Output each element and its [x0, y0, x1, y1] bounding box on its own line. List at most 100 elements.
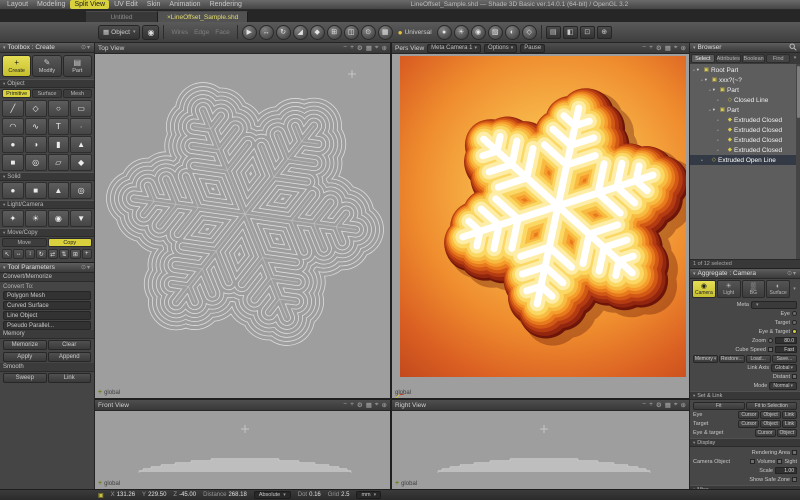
zoom-field[interactable]: 80.0	[775, 337, 797, 344]
wireframe-icon[interactable]: ◇	[522, 25, 537, 40]
convert-option[interactable]: Line Object	[3, 311, 91, 320]
tool-parameters-header[interactable]: ▾ Tool Parameters ⊙▾	[0, 263, 94, 273]
light-manip-icon[interactable]: ☀	[454, 25, 469, 40]
memorize-button[interactable]: Memorize	[3, 340, 47, 350]
top-viewport-canvas[interactable]: + global	[95, 54, 390, 398]
move-copy-tab[interactable]: Copy	[48, 238, 93, 247]
open-line-icon[interactable]: ╱	[2, 100, 24, 117]
universal-manipulator[interactable]: ● Universal	[395, 28, 435, 37]
surface-tab[interactable]: ◐ Surface	[766, 280, 790, 298]
sweep-button[interactable]: Sweep	[3, 373, 47, 383]
collapse-icon[interactable]: ▾	[3, 230, 5, 236]
zoom-radio[interactable]	[768, 338, 773, 343]
bg-tab[interactable]: ▒ BG	[742, 280, 766, 298]
light-camera-section-header[interactable]: ▾ Light/Camera	[0, 200, 94, 209]
clear-button[interactable]: Clear	[48, 340, 92, 350]
disclosure-icon[interactable]: ▾	[705, 77, 710, 83]
visibility-dot-icon[interactable]	[717, 97, 719, 104]
front-viewport-canvas[interactable]: + global	[95, 411, 390, 489]
visibility-dot-icon[interactable]	[701, 77, 703, 84]
swap-h-icon[interactable]: ⇄	[48, 249, 58, 259]
object-type-tab[interactable]: Mesh	[63, 89, 92, 98]
move-v-icon[interactable]: ↕	[25, 249, 35, 259]
point-icon[interactable]: ∙	[70, 118, 92, 135]
visibility-dot-icon[interactable]	[709, 87, 711, 94]
selection-mode-label[interactable]: Face	[212, 29, 232, 36]
workspace-tab[interactable]: Skin	[143, 0, 165, 9]
cylinder-icon[interactable]: ▮	[48, 136, 70, 153]
unit-dropdown[interactable]: mm	[356, 491, 381, 499]
workspace-tab[interactable]: Layout	[3, 0, 32, 9]
visibility-dot-icon[interactable]	[709, 107, 711, 114]
tree-scrollbar[interactable]	[796, 64, 800, 259]
snap-tool-icon[interactable]: ◆	[310, 25, 325, 40]
move-copy-section-header[interactable]: ▾ Move/Copy	[0, 228, 94, 237]
pause-button[interactable]: Pause	[520, 44, 545, 53]
eye-target-cursor-button[interactable]: Cursor	[755, 429, 776, 437]
restore-button[interactable]: Restore...	[719, 355, 744, 363]
collapse-icon[interactable]: ▾	[693, 393, 695, 399]
sight-checkbox[interactable]	[777, 459, 782, 464]
scale-field[interactable]: 1.00	[775, 467, 797, 474]
collapse-icon[interactable]: ▾	[3, 265, 6, 271]
viewport-control-icon[interactable]: ⌖	[375, 401, 379, 409]
toolbox-mode-button[interactable]: + Create	[2, 55, 31, 77]
convert-option[interactable]: Pseudo Parallel...	[3, 321, 91, 330]
collapse-icon[interactable]: ▾	[3, 202, 5, 208]
closed-line-icon[interactable]: ◇	[25, 100, 47, 117]
toolbox-mode-button[interactable]: ✎ Modify	[32, 55, 61, 77]
rectangle-icon[interactable]: ▭	[70, 100, 92, 117]
tree-item[interactable]: ◆ Extruded Closed	[690, 135, 800, 145]
aggregate-header-icons[interactable]: ⊙▾	[787, 270, 797, 277]
top-viewport[interactable]: Top View −+⚙▦⌖⊕ + global	[95, 43, 390, 398]
sphere-manip-icon[interactable]: ●	[437, 25, 452, 40]
right-viewport-canvas[interactable]: + global	[392, 411, 689, 489]
memory-button[interactable]: Memory	[693, 355, 718, 363]
document-tab[interactable]: ×LineOffset_Sample.shd	[158, 11, 248, 22]
target-cursor-button[interactable]: Cursor	[738, 420, 759, 428]
render-icon[interactable]: ▨	[488, 25, 503, 40]
viewport-control-icon[interactable]: ▦	[366, 401, 372, 409]
torus-icon[interactable]: ◎	[25, 154, 47, 171]
collapse-icon[interactable]: ▾	[3, 174, 5, 180]
pers-viewport-canvas[interactable]: global	[392, 54, 689, 398]
sphere-icon[interactable]: ●	[2, 136, 24, 153]
apply-button[interactable]: Apply	[3, 352, 47, 362]
aggregate-tab-overflow-icon[interactable]: ▾	[791, 280, 798, 298]
browser-header[interactable]: ▾ Browser	[690, 43, 800, 53]
fit-to-selection-button[interactable]: Fit to Selection	[746, 402, 798, 410]
save-button[interactable]: Save...	[772, 355, 797, 363]
viewport-control-icon[interactable]: +	[350, 44, 354, 52]
visibility-dot-icon[interactable]	[717, 127, 719, 134]
camera-manip-icon[interactable]: ◉	[471, 25, 486, 40]
solid-torus-icon[interactable]: ◎	[70, 182, 92, 199]
viewport-control-icon[interactable]: ⌖	[375, 44, 379, 52]
freehand-icon[interactable]: ∿	[25, 118, 47, 135]
object-type-tab[interactable]: Primitive	[2, 89, 31, 98]
visibility-dot-icon[interactable]	[701, 157, 703, 164]
browser-tab[interactable]: Attributes	[716, 54, 741, 63]
visibility-dot-icon[interactable]	[717, 137, 719, 144]
object-section-header[interactable]: ▾ Object	[0, 79, 94, 88]
tree-item[interactable]: ▾ ▣ Part	[690, 105, 800, 115]
origin-icon[interactable]: +	[82, 249, 92, 259]
swap-v-icon[interactable]: ⇅	[59, 249, 69, 259]
tree-item[interactable]: ▾ ▣ Part	[690, 85, 800, 95]
eye-cursor-button[interactable]: Cursor	[738, 411, 759, 419]
tree-item[interactable]: ◇ Extruded Open Line	[690, 155, 800, 165]
distant-checkbox[interactable]	[792, 374, 797, 379]
select-tool-icon[interactable]: ▶	[242, 25, 257, 40]
workspace-tab[interactable]: Rendering	[206, 0, 246, 9]
toolbox-header-icons[interactable]: ⊙▾	[81, 44, 91, 51]
toolbox-header[interactable]: ▾ Toolbox : Create ⊙▾	[0, 43, 94, 53]
meta-dropdown[interactable]	[751, 301, 797, 309]
grid-toggle-icon[interactable]: ▦	[378, 25, 393, 40]
tool-parameters-header-icons[interactable]: ⊙▾	[81, 264, 91, 271]
collapse-icon[interactable]: ▾	[3, 45, 6, 51]
collapse-icon[interactable]: ▾	[693, 440, 695, 446]
pers-viewport[interactable]: Pers View Meta Camera 1 Options Pause −+…	[392, 43, 689, 398]
light-tab[interactable]: ☀ Light	[717, 280, 741, 298]
viewport-control-icon[interactable]: ▦	[665, 401, 671, 409]
disclosure-icon[interactable]: ▾	[713, 87, 718, 93]
viewport-control-icon[interactable]: +	[350, 401, 354, 409]
